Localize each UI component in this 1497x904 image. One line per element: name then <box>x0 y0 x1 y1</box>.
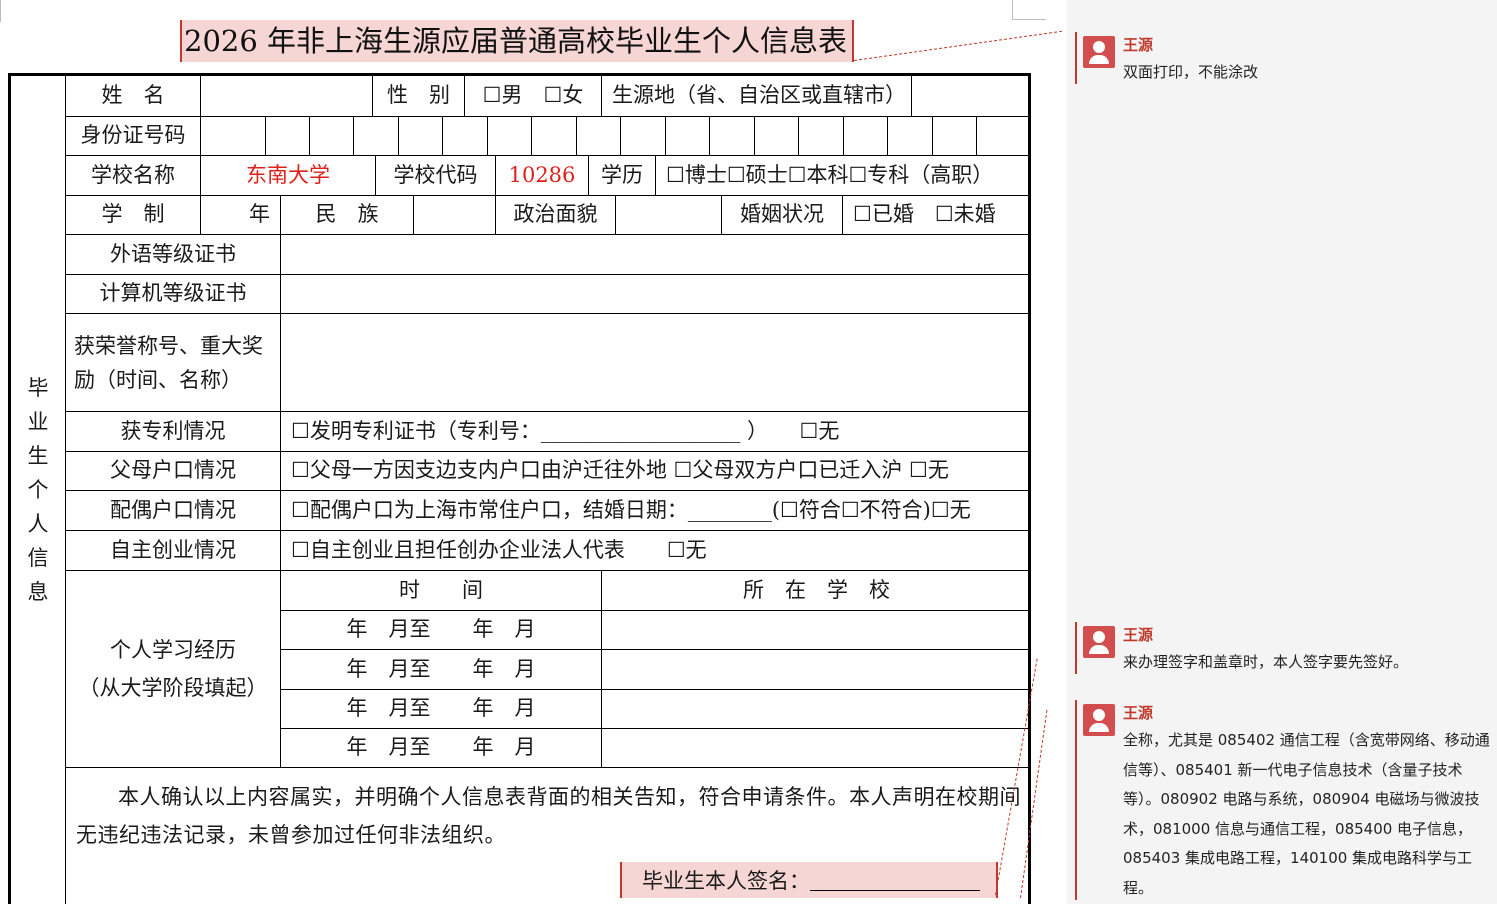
comment-author: 王源 <box>1123 36 1154 54</box>
id-digit-box[interactable] <box>310 117 354 156</box>
page-corner-mark <box>1012 19 1046 20</box>
name-field[interactable] <box>201 76 373 117</box>
duration-unit[interactable]: 年 <box>201 196 281 235</box>
spouse-hukou-label: 配偶户口情况 <box>66 491 281 531</box>
degree-label: 学历 <box>589 156 656 196</box>
school-header: 所 在 学 校 <box>602 571 1031 611</box>
comment-card[interactable]: 王源 来办理签字和盖章时，本人签字要先签好。 <box>1075 622 1497 674</box>
page-corner-mark <box>0 0 1 22</box>
signature-line[interactable] <box>810 869 980 891</box>
political-label: 政治面貌 <box>496 196 616 235</box>
side-char: 个 <box>27 478 49 502</box>
parents-hukou-label: 父母户口情况 <box>66 452 281 491</box>
id-digit-box[interactable] <box>577 117 621 156</box>
marital-options[interactable]: ☐已婚 ☐未婚 <box>843 196 1031 235</box>
id-digit-box[interactable] <box>977 117 1031 156</box>
id-digit-box[interactable] <box>933 117 977 156</box>
political-field[interactable] <box>616 196 722 235</box>
id-label: 身份证号码 <box>66 117 201 156</box>
language-cert-field[interactable] <box>281 235 1031 275</box>
comment-text: 全称，尤其是 085402 通信工程（含宽带网络、移动通信等）、085401 新… <box>1123 731 1490 897</box>
signature-field[interactable]: 毕业生本人签名： <box>620 862 998 898</box>
side-char: 息 <box>27 580 49 604</box>
computer-cert-field[interactable] <box>281 275 1031 314</box>
page-corner-mark <box>1012 0 1013 20</box>
time-header: 时 间 <box>281 571 602 611</box>
origin-label: 生源地（省、自治区或直辖市） <box>602 76 912 117</box>
user-avatar-icon <box>1083 36 1115 68</box>
side-char: 信 <box>27 546 49 570</box>
side-char: 人 <box>27 512 49 536</box>
id-digit-box[interactable] <box>354 117 399 156</box>
gender-label: 性 别 <box>373 76 465 117</box>
id-digit-box[interactable] <box>266 117 310 156</box>
id-digit-box[interactable] <box>844 117 888 156</box>
comment-text: 双面打印，不能涂改 <box>1123 63 1259 81</box>
comment-author: 王源 <box>1123 626 1154 644</box>
study-history-label: 个人学习经历 （从大学阶段填起） <box>66 571 281 768</box>
study-school-row[interactable] <box>602 611 1031 650</box>
info-form-table: 毕 业 生 个 人 信 息 姓 名 性 别 ☐男 ☐女 生源地（省、自治区或直辖… <box>8 73 1031 904</box>
study-school-row[interactable] <box>602 650 1031 690</box>
study-school-row[interactable] <box>602 690 1031 729</box>
side-char: 毕 <box>27 376 49 400</box>
comment-author: 王源 <box>1123 704 1154 722</box>
id-digit-box[interactable] <box>399 117 443 156</box>
startup-label: 自主创业情况 <box>66 531 281 571</box>
name-label: 姓 名 <box>66 76 201 117</box>
comment-text: 来办理签字和盖章时，本人签字要先签好。 <box>1123 653 1409 671</box>
id-digit-box[interactable] <box>488 117 532 156</box>
patent-label: 获专利情况 <box>66 412 281 452</box>
id-digit-box[interactable] <box>666 117 710 156</box>
study-time-row[interactable]: 年 月至 年 月 <box>281 650 602 690</box>
id-digit-box[interactable] <box>621 117 666 156</box>
id-digit-box[interactable] <box>710 117 755 156</box>
origin-field[interactable] <box>912 76 1031 117</box>
signature-label: 毕业生本人签名： <box>642 869 810 893</box>
side-char: 业 <box>27 410 49 434</box>
user-avatar-icon <box>1083 704 1115 736</box>
study-time-row[interactable]: 年 月至 年 月 <box>281 690 602 729</box>
comment-connector <box>854 30 1063 61</box>
patent-options[interactable]: ☐发明专利证书（专利号：___________________ ） ☐无 <box>281 412 1031 452</box>
declaration-text: 本人确认以上内容属实，并明确个人信息表背面的相关告知，符合申请条件。本人声明在校… <box>76 785 1021 847</box>
id-digit-box[interactable] <box>201 117 266 156</box>
school-value[interactable]: 东南大学 <box>201 156 376 196</box>
language-cert-label: 外语等级证书 <box>66 235 281 275</box>
id-digit-box[interactable] <box>755 117 799 156</box>
degree-options[interactable]: ☐博士☐硕士☐本科☐专科（高职） <box>656 156 1031 196</box>
computer-cert-label: 计算机等级证书 <box>66 275 281 314</box>
duration-label: 学 制 <box>66 196 201 235</box>
study-school-row[interactable] <box>602 729 1031 768</box>
study-label-line2: （从大学阶段填起） <box>78 676 268 700</box>
document-page: 2026 年非上海生源应届普通高校毕业生个人信息表 毕 业 生 个 人 信 息 … <box>0 0 1067 904</box>
parents-hukou-options[interactable]: ☐父母一方因支边支内户口由沪迁往外地 ☐父母双方户口已迁入沪 ☐无 <box>281 452 1031 491</box>
awards-field[interactable] <box>281 314 1031 412</box>
school-code-label: 学校代码 <box>376 156 496 196</box>
study-time-row[interactable]: 年 月至 年 月 <box>281 611 602 650</box>
gender-options[interactable]: ☐男 ☐女 <box>465 76 602 117</box>
spouse-hukou-options[interactable]: ☐配偶户口为上海市常住户口，结婚日期：________(☐符合☐不符合)☐无 <box>281 491 1031 531</box>
comment-card[interactable]: 王源 双面打印，不能涂改 <box>1075 32 1497 84</box>
comment-pane: 王源 双面打印，不能涂改 王源 来办理签字和盖章时，本人签字要先签好。 王源 全… <box>1067 0 1497 904</box>
side-label: 毕 业 生 个 人 信 息 <box>11 76 66 904</box>
ethnic-field[interactable] <box>414 196 496 235</box>
school-code-value[interactable]: 10286 <box>496 156 589 196</box>
school-label: 学校名称 <box>66 156 201 196</box>
id-digit-box[interactable] <box>888 117 933 156</box>
ethnic-label: 民 族 <box>281 196 414 235</box>
startup-options[interactable]: ☐自主创业且担任创办企业法人代表 ☐无 <box>281 531 1031 571</box>
document-title[interactable]: 2026 年非上海生源应届普通高校毕业生个人信息表 <box>180 20 854 62</box>
side-char: 生 <box>27 444 49 468</box>
awards-label: 获荣誉称号、重大奖励（时间、名称） <box>66 314 281 412</box>
id-digit-box[interactable] <box>532 117 577 156</box>
id-digit-box[interactable] <box>799 117 844 156</box>
study-time-row[interactable]: 年 月至 年 月 <box>281 729 602 768</box>
comment-card[interactable]: 王源 全称，尤其是 085402 通信工程（含宽带网络、移动通信等）、08540… <box>1075 700 1497 900</box>
user-avatar-icon <box>1083 626 1115 658</box>
id-digit-box[interactable] <box>443 117 488 156</box>
marital-label: 婚姻状况 <box>722 196 843 235</box>
study-label-line1: 个人学习经历 <box>110 638 236 662</box>
